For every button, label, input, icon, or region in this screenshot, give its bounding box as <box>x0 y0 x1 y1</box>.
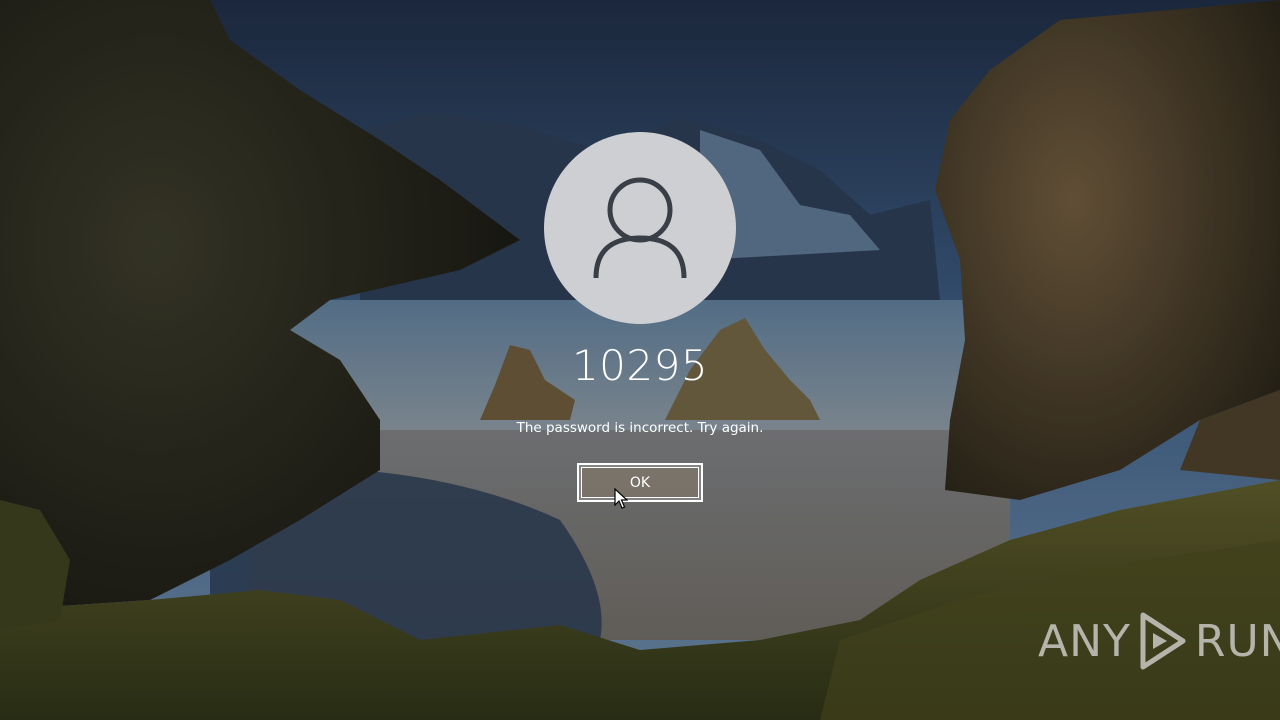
lock-screen: 10295 The password is incorrect. Try aga… <box>0 0 1280 720</box>
ok-button[interactable]: OK <box>577 463 703 502</box>
play-icon <box>1140 612 1186 670</box>
user-icon <box>593 177 687 279</box>
watermark-text-right: RUN <box>1194 615 1280 667</box>
mouse-cursor-icon <box>614 488 628 509</box>
username-label: 10295 <box>571 341 709 390</box>
ok-button-label: OK <box>581 467 699 498</box>
error-message: The password is incorrect. Try again. <box>516 420 764 436</box>
watermark-text-left: ANY <box>1038 615 1131 667</box>
user-avatar <box>544 132 736 324</box>
anyrun-watermark: ANY RUN <box>1038 610 1280 672</box>
